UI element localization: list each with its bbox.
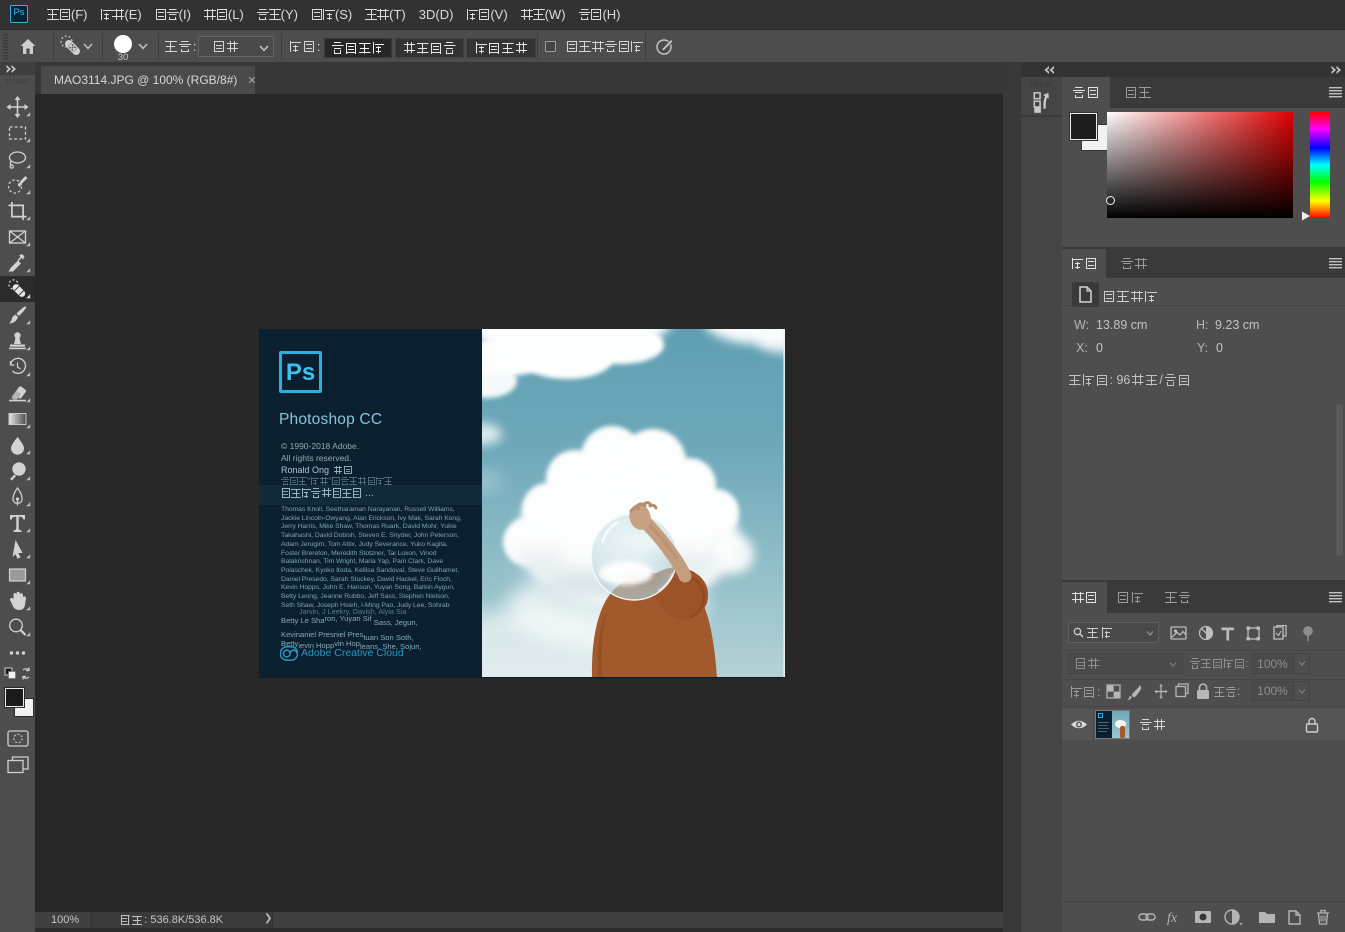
svg-text:fx: fx [1167,911,1178,926]
